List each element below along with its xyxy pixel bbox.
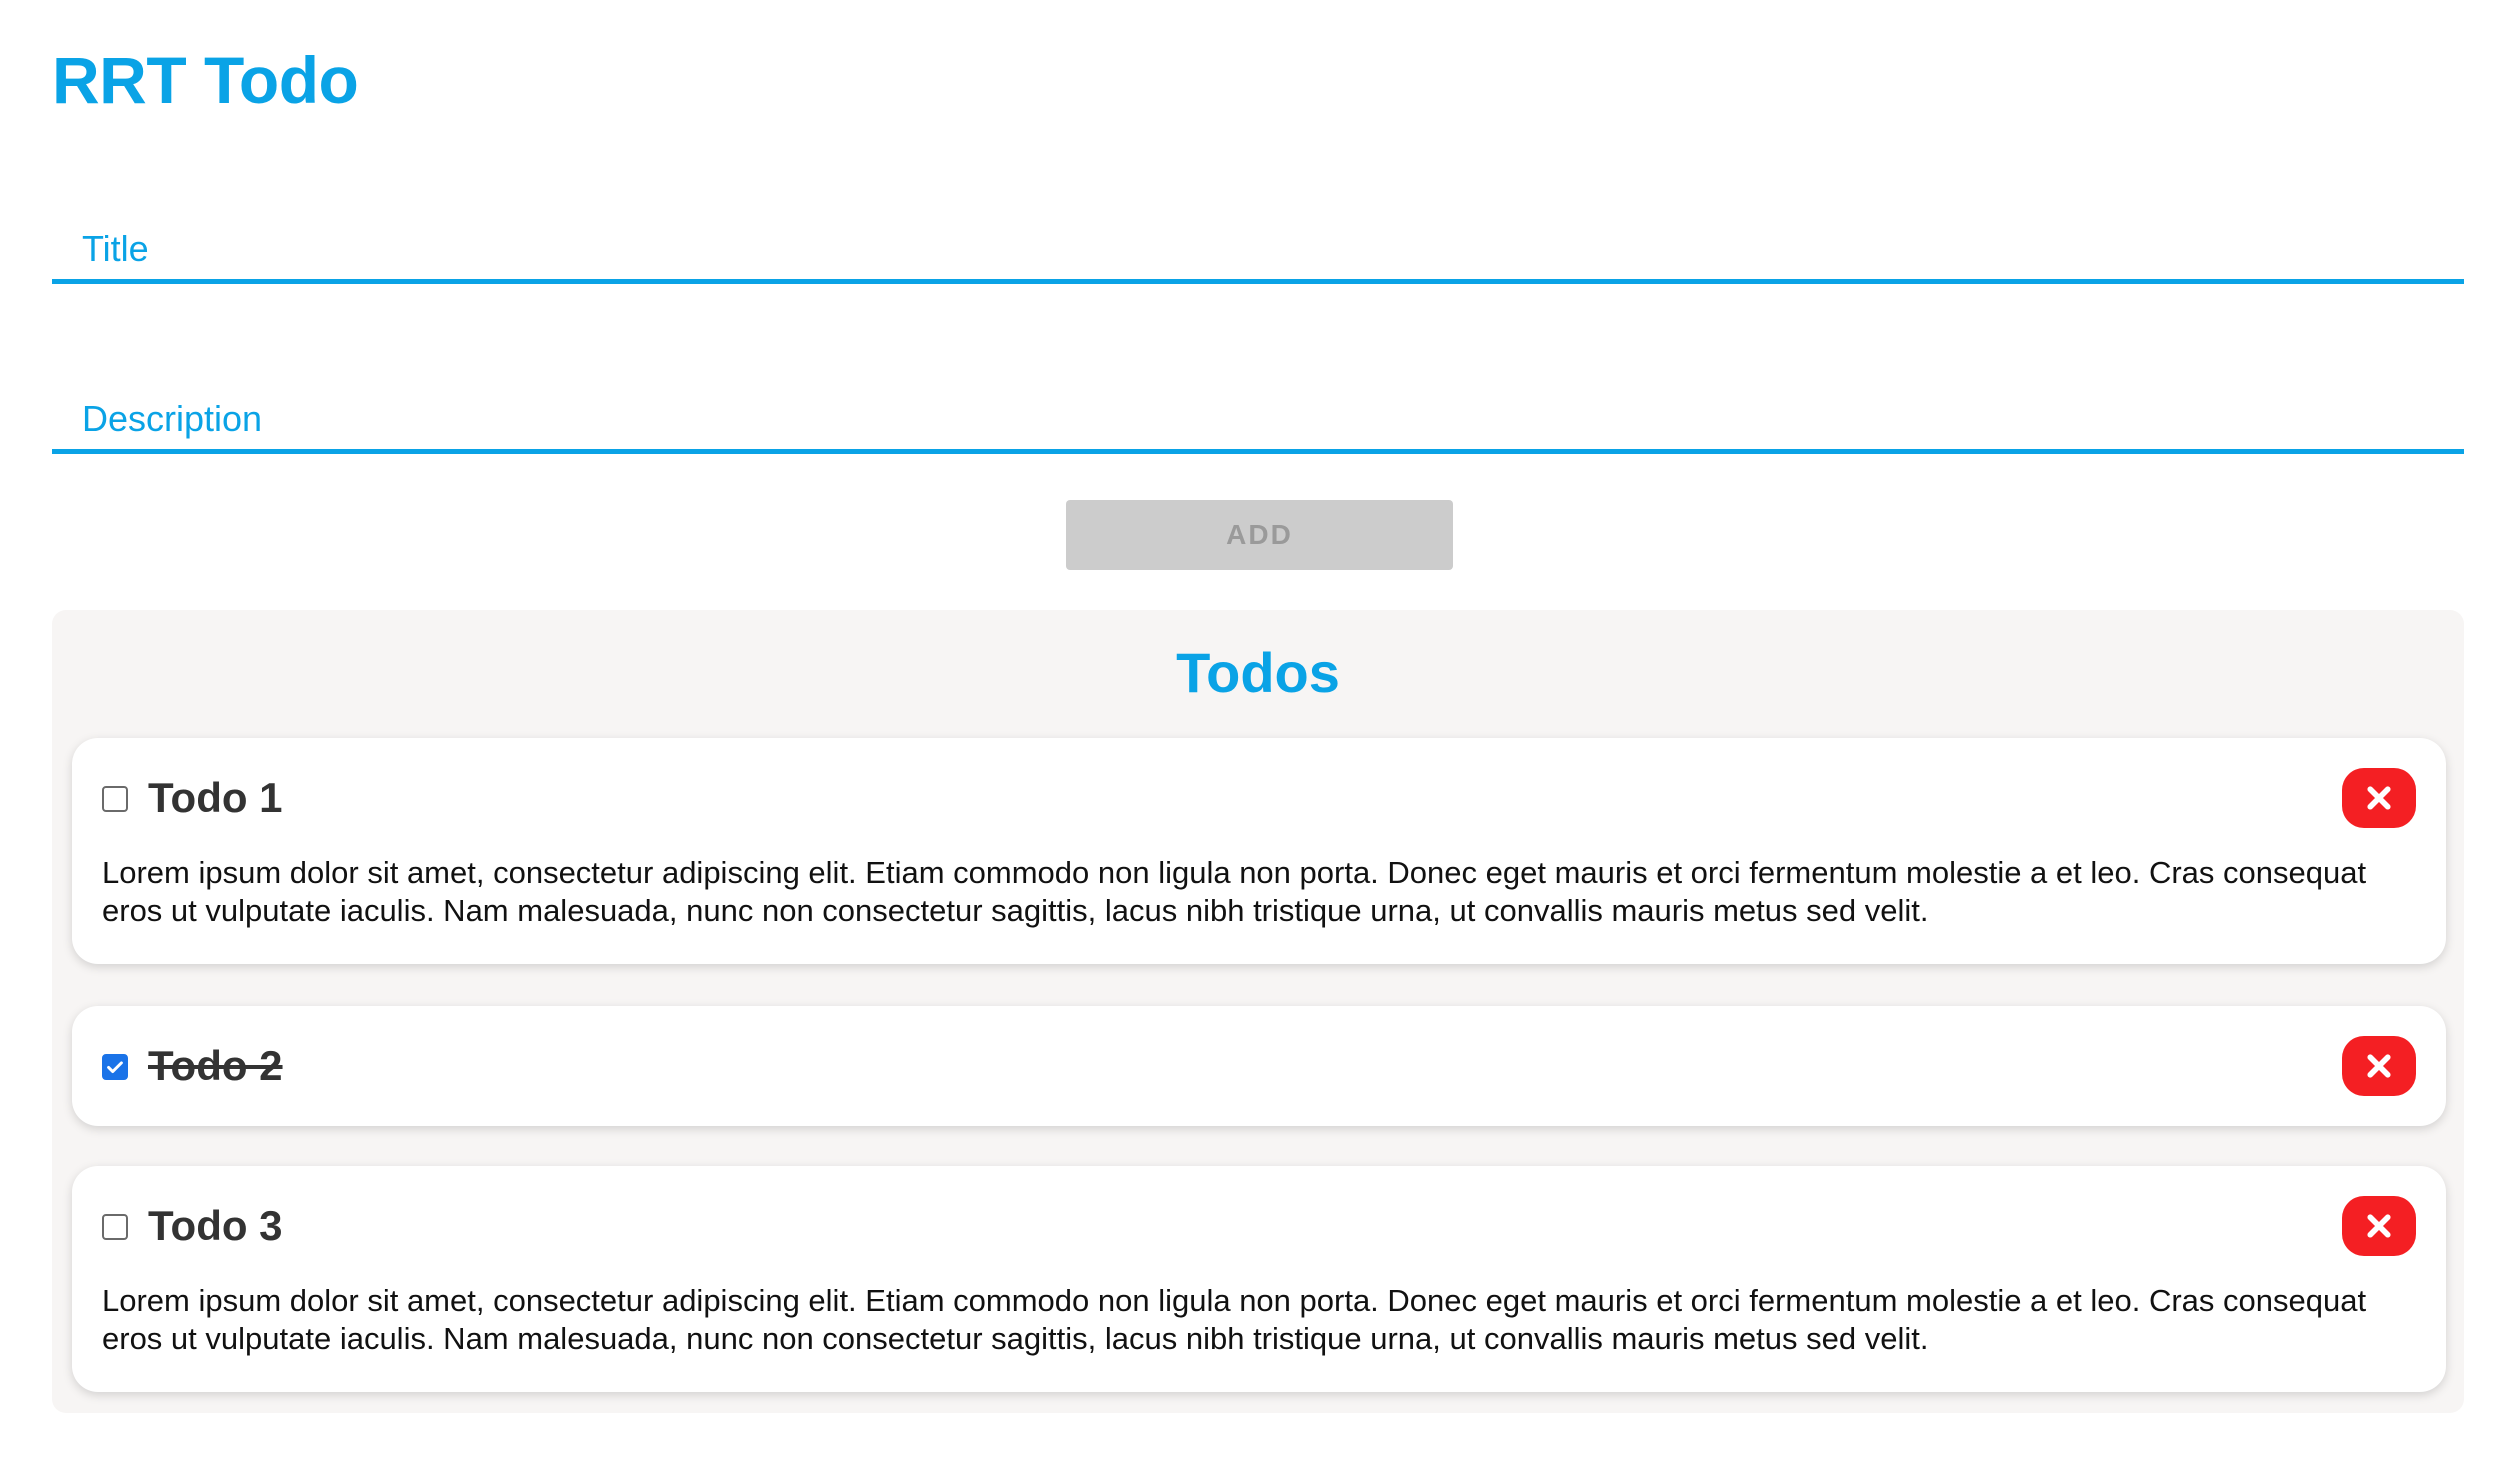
todos-panel: Todos Todo 1 Lorem ipsum dolor sit amet,… <box>52 610 2464 1413</box>
todo-title: Todo 3 <box>148 1202 283 1249</box>
checkmark-icon <box>107 1061 123 1074</box>
delete-todo-button[interactable] <box>2342 768 2416 828</box>
delete-todo-button[interactable] <box>2342 1196 2416 1256</box>
todo-description: Lorem ipsum dolor sit amet, consectetur … <box>102 1283 2367 1356</box>
title-input[interactable] <box>52 218 2464 279</box>
close-icon <box>2367 1214 2391 1238</box>
todo-title: Todo 2 <box>148 1042 283 1089</box>
app-title: RRT Todo <box>52 43 359 117</box>
description-input[interactable] <box>52 388 2464 449</box>
add-button[interactable]: ADD <box>1066 500 1453 570</box>
todo-card: Todo 3 Lorem ipsum dolor sit amet, conse… <box>72 1166 2446 1392</box>
todo-checkbox[interactable] <box>102 1214 128 1240</box>
title-field <box>52 218 2464 284</box>
close-icon <box>2367 1054 2391 1078</box>
todo-card: Todo 2 <box>72 1006 2446 1126</box>
todo-title: Todo 1 <box>148 774 283 821</box>
todo-checkbox[interactable] <box>102 1054 128 1080</box>
todos-heading: Todos <box>1176 641 1340 704</box>
delete-todo-button[interactable] <box>2342 1036 2416 1096</box>
description-field <box>52 388 2464 454</box>
todo-description: Lorem ipsum dolor sit amet, consectetur … <box>102 855 2367 928</box>
page: RRT Todo ADD Todos Todo 1 Lorem ipsum do… <box>0 0 2516 1476</box>
todo-card: Todo 1 Lorem ipsum dolor sit amet, conse… <box>72 738 2446 964</box>
close-icon <box>2367 786 2391 810</box>
todo-checkbox[interactable] <box>102 786 128 812</box>
